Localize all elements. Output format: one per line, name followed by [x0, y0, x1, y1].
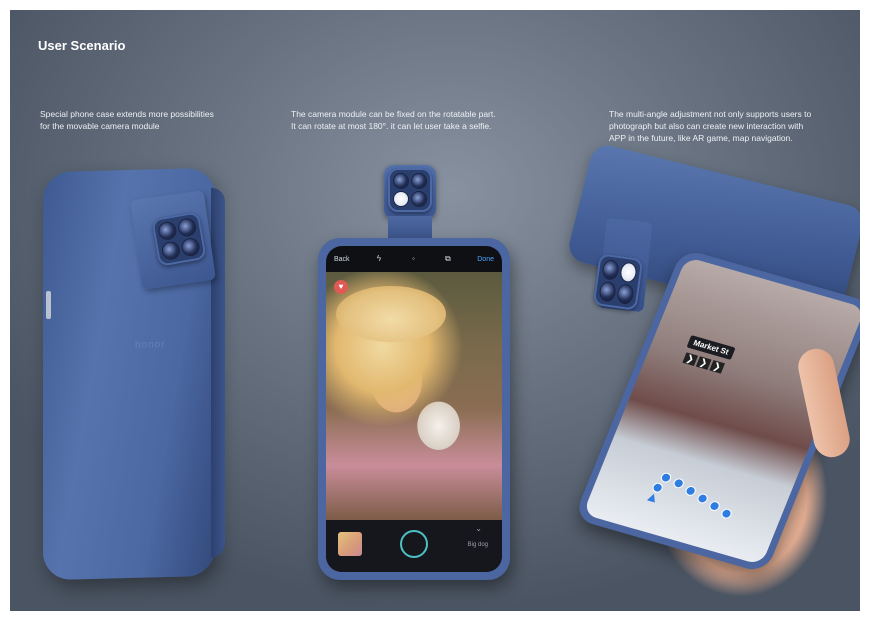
route-dot: [697, 493, 708, 504]
navigation-arrow-icon: ▲: [643, 487, 663, 507]
caption-multi-angle: The multi-angle adjustment not only supp…: [609, 108, 849, 144]
camera-topbar: Back ϟ ◦ ⧉ Done: [326, 246, 502, 272]
direction-arrow-icon: ❯: [709, 360, 725, 374]
caption-phone-case: Special phone case extends more possibil…: [40, 108, 260, 132]
case-edge: [211, 187, 225, 558]
page-title: User Scenario: [38, 38, 126, 53]
route-dot: [721, 508, 732, 519]
lens-icon: [158, 221, 177, 241]
lens-icon: [412, 192, 426, 206]
caption-line: The camera module can be fixed on the ro…: [291, 109, 496, 119]
flash-icon: [394, 192, 408, 206]
gallery-thumbnail[interactable]: [338, 532, 362, 556]
mode-label[interactable]: Big dog: [468, 542, 488, 548]
camera-module: [592, 253, 644, 311]
route-dot: [673, 478, 685, 489]
user-scenario-board: User Scenario Special phone case extends…: [10, 10, 860, 611]
camera-controls: ⌄ Big dog: [326, 520, 502, 572]
lens-icon: [412, 174, 426, 188]
route-dot: [660, 472, 672, 483]
direction-arrow-icon: ❯: [695, 356, 712, 370]
caption-line: It can rotate at most 180°. it can let u…: [291, 121, 492, 131]
shutter-button[interactable]: [400, 530, 428, 558]
lens-icon: [617, 284, 634, 305]
route-dot: [709, 501, 720, 511]
caption-line: APP in the future, like AR game, map nav…: [609, 133, 793, 143]
phone-screen: Back ϟ ◦ ⧉ Done ♥ ⌄ Big dog: [326, 246, 502, 572]
sun-hat: [336, 286, 446, 342]
direction-arrow-icon: ❯: [682, 352, 698, 366]
route-dot: [685, 486, 696, 496]
caption-line: photograph but also can create new inter…: [609, 121, 804, 131]
side-button: [46, 291, 51, 319]
phone-selfie: Back ϟ ◦ ⧉ Done ♥ ⌄ Big dog: [318, 238, 510, 580]
caption-rotation: The camera module can be fixed on the ro…: [291, 108, 541, 132]
flash-icon: [620, 262, 637, 283]
camera-hinge: [388, 216, 432, 240]
camera-module: [388, 168, 432, 212]
hdr-icon[interactable]: ◦: [408, 254, 418, 264]
lens-icon: [181, 237, 200, 257]
lens-icon: [177, 218, 197, 237]
lens-icon: [602, 259, 619, 280]
case-logo: honor: [135, 339, 166, 351]
done-button[interactable]: Done: [477, 256, 494, 263]
camera-module: [151, 211, 207, 267]
flash-auto-icon[interactable]: ϟ: [374, 254, 384, 264]
caption-line: for the movable camera module: [40, 121, 160, 131]
lens-icon: [599, 281, 616, 302]
back-button[interactable]: Back: [334, 256, 350, 263]
camera-switch-icon[interactable]: ⧉: [443, 254, 453, 264]
lens-icon: [394, 174, 408, 188]
heart-icon[interactable]: ♥: [334, 280, 348, 294]
selfie-photo: ♥: [326, 272, 502, 520]
caption-line: Special phone case extends more possibil…: [40, 109, 214, 119]
chevron-down-icon[interactable]: ⌄: [475, 524, 482, 533]
caption-line: The multi-angle adjustment not only supp…: [609, 109, 812, 119]
lens-icon: [161, 241, 181, 260]
